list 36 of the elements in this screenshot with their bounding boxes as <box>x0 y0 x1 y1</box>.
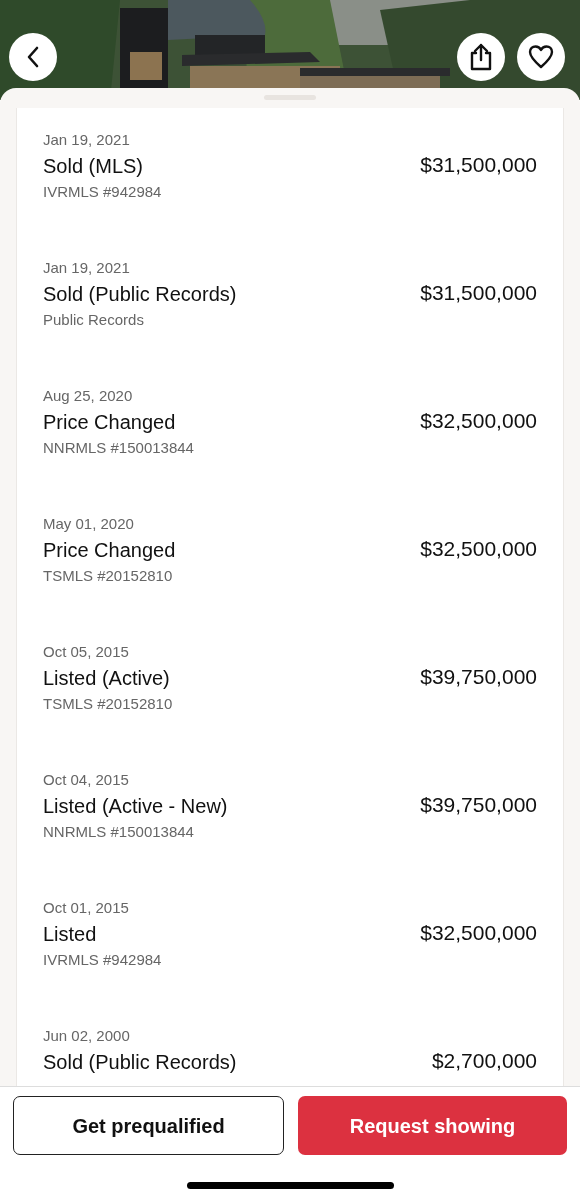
event-price: $2,700,000 <box>431 1049 537 1073</box>
prequalify-button[interactable]: Get prequalified <box>13 1096 284 1155</box>
event-price: $32,500,000 <box>420 537 537 561</box>
event-source: NNRMLS #150013844 <box>43 439 194 457</box>
event-date: Jan 19, 2021 <box>43 131 131 149</box>
event-source: IVRMLS #942984 <box>43 183 162 201</box>
event-title: Listed <box>43 922 98 946</box>
event-source: IVRMLS #942984 <box>43 951 162 969</box>
event-price: $32,500,000 <box>420 409 537 433</box>
back-icon <box>26 46 40 68</box>
heart-icon <box>528 45 554 69</box>
event-source: TSMLS #20152810 <box>43 567 174 585</box>
event-date: Aug 25, 2020 <box>43 387 134 405</box>
event-price: $39,750,000 <box>420 793 537 817</box>
event-date: Oct 05, 2015 <box>43 643 130 661</box>
event-date: Oct 04, 2015 <box>43 771 130 789</box>
event-price: $32,500,000 <box>420 921 537 945</box>
event-title: Price Changed <box>43 410 177 434</box>
event-price: $39,750,000 <box>420 665 537 689</box>
request-showing-button[interactable]: Request showing <box>298 1096 567 1155</box>
event-date: Jan 19, 2021 <box>43 259 131 277</box>
event-source: NNRMLS #150013844 <box>43 823 195 841</box>
event-price: $31,500,000 <box>420 281 537 305</box>
event-title: Price Changed <box>43 538 176 562</box>
event-title: Sold (Public Records) <box>43 1050 237 1074</box>
event-title: Listed (Active - New) <box>43 794 228 818</box>
event-source: TSMLS #20152810 <box>43 695 173 713</box>
event-title: Sold (Public Records) <box>43 282 237 306</box>
share-icon <box>469 43 493 71</box>
event-title: Listed (Active) <box>43 666 171 690</box>
event-price: $31,500,000 <box>420 153 537 177</box>
event-date: May 01, 2020 <box>43 515 135 533</box>
event-date: Jun 02, 2000 <box>43 1027 131 1045</box>
event-title: Sold (MLS) <box>43 154 145 178</box>
event-source: Public Records <box>43 311 145 329</box>
event-date: Oct 01, 2015 <box>43 899 130 917</box>
